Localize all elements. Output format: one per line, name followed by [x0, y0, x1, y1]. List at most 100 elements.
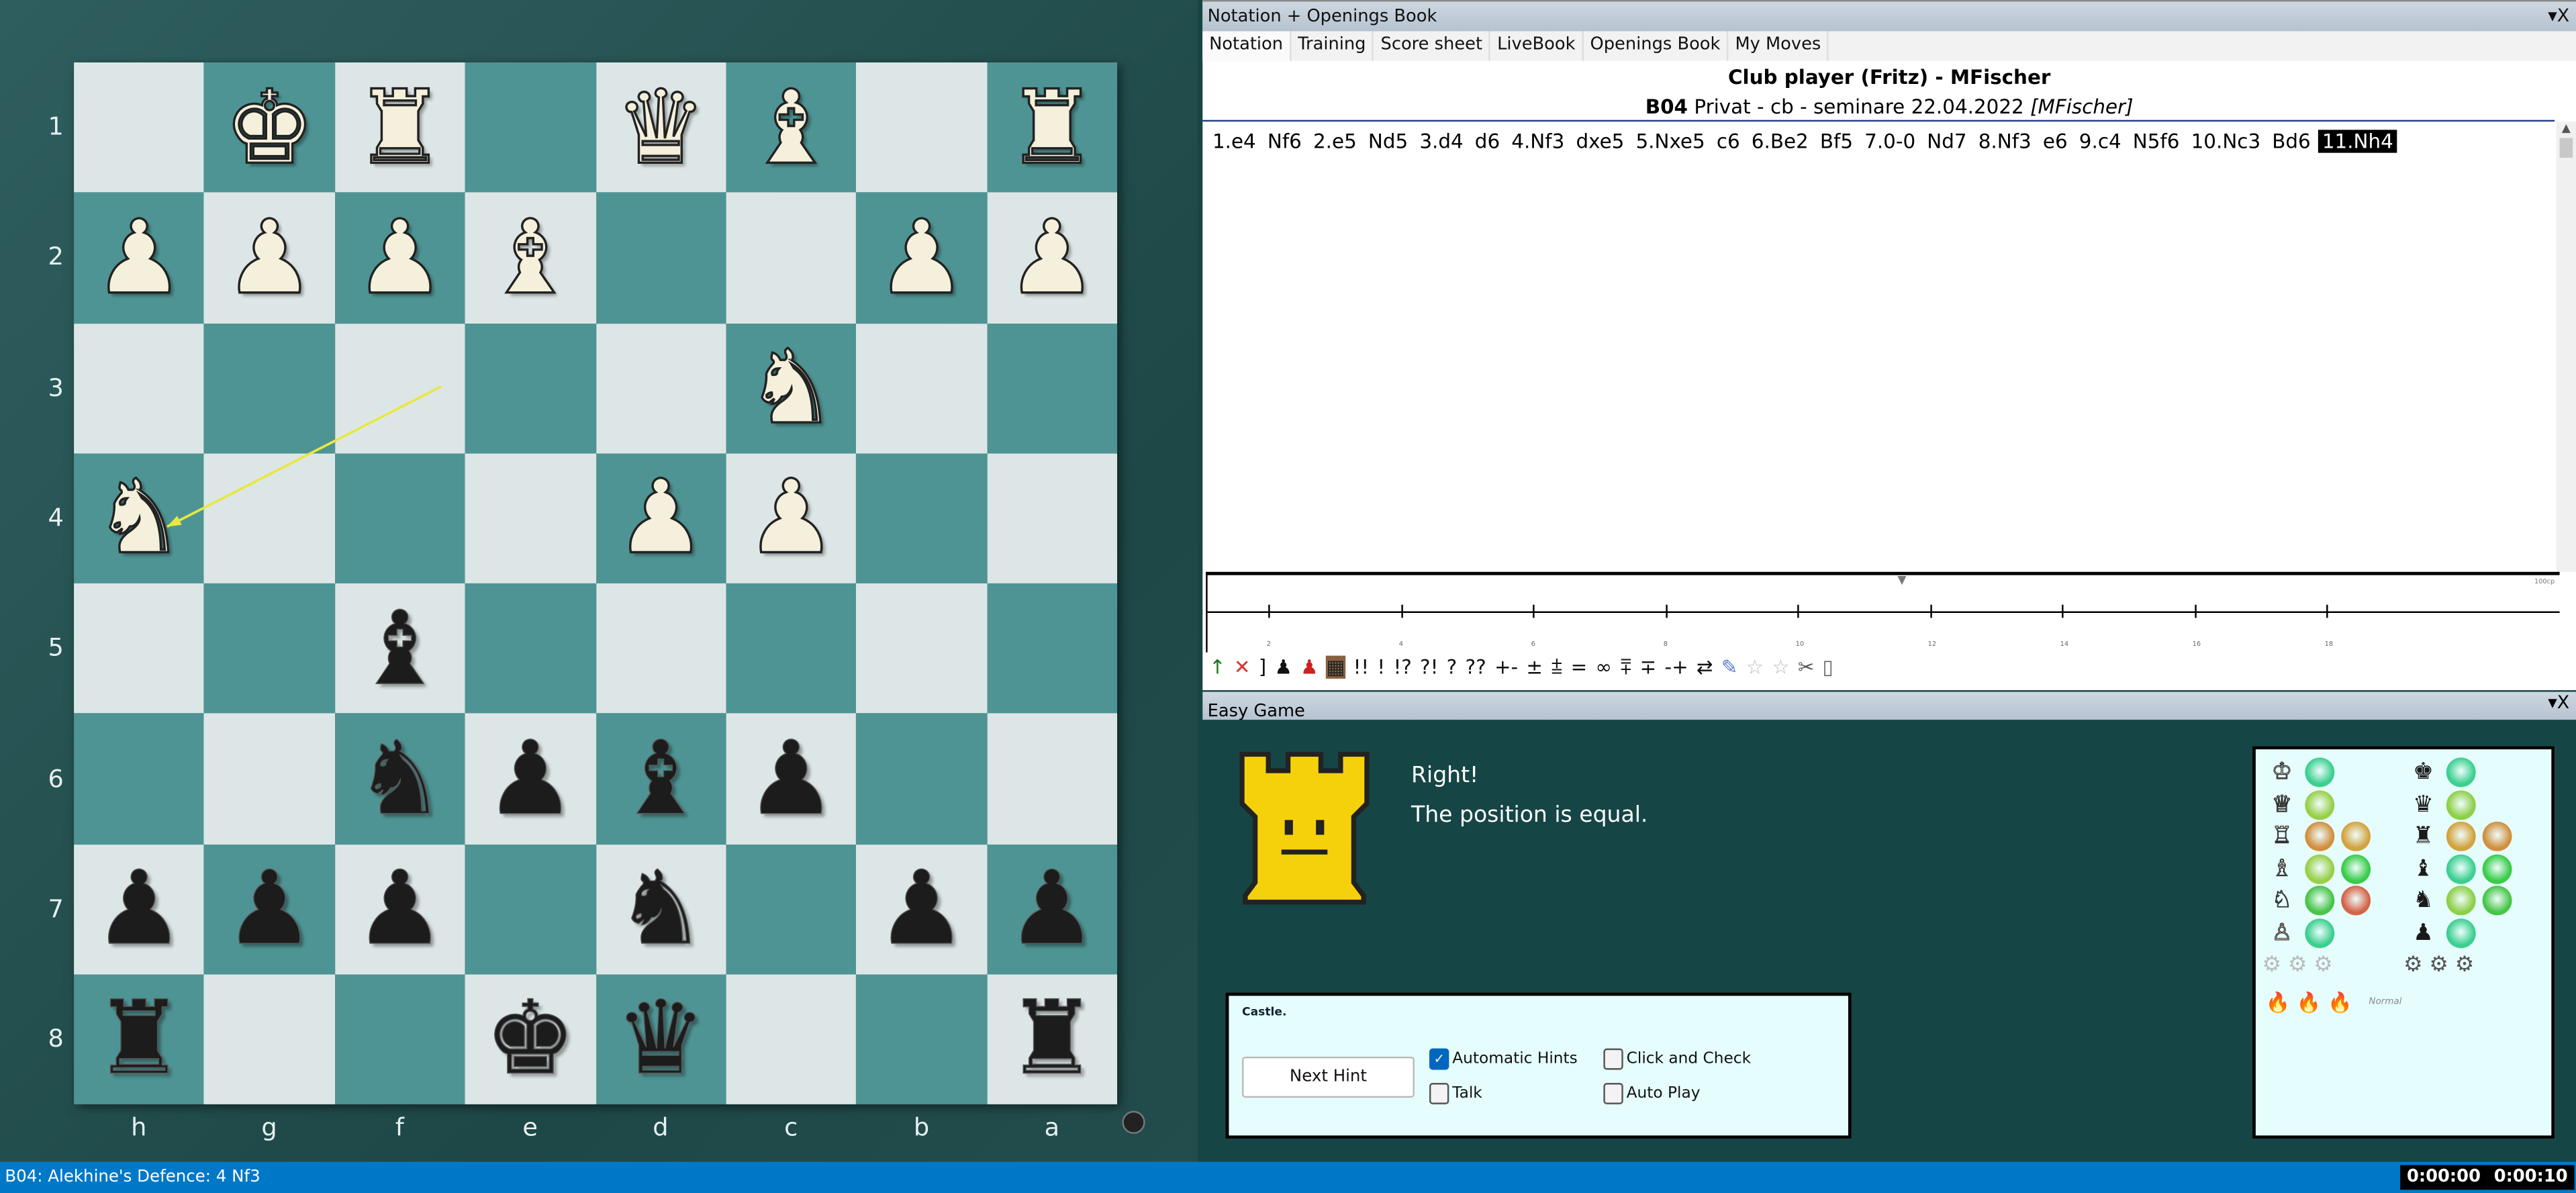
- diagram-icon[interactable]: ▦: [1326, 655, 1345, 679]
- move[interactable]: Nd7: [1923, 130, 1970, 152]
- star-icon[interactable]: ☆: [1746, 656, 1764, 679]
- move[interactable]: 3.d4: [1416, 130, 1466, 152]
- move[interactable]: Bf5: [1817, 130, 1856, 152]
- white-pawn-icon[interactable]: ♟: [353, 205, 446, 309]
- annotation-symbol-button[interactable]: =: [1571, 656, 1588, 679]
- square-c3[interactable]: ♞: [726, 322, 857, 453]
- checkbox-talk[interactable]: Talk: [1429, 1083, 1482, 1104]
- square-d6[interactable]: ♝: [595, 713, 726, 844]
- square-a3[interactable]: [986, 322, 1118, 453]
- square-a1[interactable]: ♜: [986, 62, 1118, 193]
- square-b6[interactable]: [856, 713, 987, 844]
- square-h7[interactable]: ♟: [74, 843, 205, 974]
- square-h4[interactable]: ♞: [74, 452, 205, 583]
- square-c2[interactable]: [726, 192, 857, 323]
- square-b2[interactable]: ♟: [856, 192, 987, 323]
- annotation-symbol-button[interactable]: ⇄: [1697, 656, 1713, 679]
- checkbox-automatic-hints[interactable]: ✓ Automatic Hints: [1429, 1048, 1578, 1070]
- tab-my-moves[interactable]: My Moves: [1729, 31, 1829, 61]
- checkbox-box[interactable]: ✓: [1429, 1048, 1449, 1070]
- square-g5[interactable]: [204, 583, 335, 714]
- square-e3[interactable]: [465, 322, 596, 453]
- checkbox-box[interactable]: [1603, 1048, 1623, 1070]
- square-g8[interactable]: [204, 973, 335, 1104]
- move[interactable]: 1.e4: [1209, 130, 1259, 152]
- next-hint-button[interactable]: Next Hint: [1242, 1056, 1415, 1098]
- white-queen-icon[interactable]: ♛: [614, 75, 707, 179]
- white-pawn-icon[interactable]: ♟: [1005, 205, 1098, 309]
- tab-score-sheet[interactable]: Score sheet: [1374, 31, 1491, 61]
- black-knight-icon[interactable]: ♞: [614, 857, 707, 960]
- tab-openings-book[interactable]: Openings Book: [1584, 31, 1729, 61]
- white-rook-icon[interactable]: ♜: [1005, 75, 1098, 179]
- square-a7[interactable]: ♟: [986, 843, 1118, 974]
- tab-livebook[interactable]: LiveBook: [1490, 31, 1584, 61]
- move[interactable]: 10.Nc3: [2188, 130, 2264, 152]
- annotation-symbol-button[interactable]: ?!: [1420, 656, 1438, 679]
- square-c6[interactable]: ♟: [726, 713, 857, 844]
- white-pawn-icon[interactable]: ♟: [614, 465, 707, 569]
- white-king-icon[interactable]: ♚: [223, 75, 316, 179]
- annotation-symbol-button[interactable]: ∓: [1640, 656, 1657, 679]
- square-f5[interactable]: ♝: [334, 583, 465, 714]
- square-f4[interactable]: [334, 452, 465, 583]
- square-g4[interactable]: [204, 452, 335, 583]
- square-e5[interactable]: [465, 583, 596, 714]
- square-g6[interactable]: [204, 713, 335, 844]
- tab-training[interactable]: Training: [1291, 31, 1374, 61]
- black-bishop-icon[interactable]: ♝: [354, 596, 446, 700]
- square-b1[interactable]: [856, 62, 987, 193]
- black-pawn-icon[interactable]: ♟: [354, 857, 446, 960]
- checkbox-click-and-check[interactable]: Click and Check: [1603, 1048, 1751, 1070]
- move[interactable]: d6: [1472, 130, 1503, 152]
- move[interactable]: e6: [2040, 130, 2071, 152]
- star-half-icon[interactable]: ☆: [1772, 656, 1789, 679]
- white-knight-icon[interactable]: ♞: [745, 335, 838, 439]
- square-h5[interactable]: [74, 583, 205, 714]
- move[interactable]: 9.c4: [2076, 130, 2125, 152]
- square-f7[interactable]: ♟: [334, 843, 465, 974]
- delete-icon[interactable]: ✕: [1234, 656, 1251, 679]
- annotation-symbol-button[interactable]: ∞: [1596, 656, 1612, 679]
- bracket-icon[interactable]: ]: [1259, 656, 1266, 679]
- tab-notation[interactable]: Notation: [1202, 31, 1292, 61]
- square-c7[interactable]: [726, 843, 857, 974]
- move[interactable]: c6: [1713, 130, 1744, 152]
- move[interactable]: 6.Be2: [1748, 130, 1812, 152]
- checkbox-box[interactable]: [1429, 1083, 1449, 1104]
- square-e7[interactable]: [465, 843, 596, 974]
- square-g3[interactable]: [204, 322, 335, 453]
- square-g2[interactable]: ♟: [204, 192, 335, 323]
- square-h8[interactable]: ♜: [74, 973, 205, 1104]
- square-e1[interactable]: [465, 62, 596, 193]
- black-pawn-icon[interactable]: ♟: [1006, 857, 1098, 960]
- black-piece-icon[interactable]: ♟: [1274, 656, 1292, 679]
- annotation-symbol-button[interactable]: +-: [1494, 656, 1518, 679]
- white-pawn-icon[interactable]: ♟: [875, 205, 968, 309]
- square-h1[interactable]: [74, 62, 205, 193]
- square-d2[interactable]: [595, 192, 726, 323]
- square-b7[interactable]: ♟: [856, 843, 987, 974]
- annotation-symbol-button[interactable]: -+: [1664, 656, 1688, 679]
- square-g7[interactable]: ♟: [204, 843, 335, 974]
- annotation-symbol-button[interactable]: ⩱: [1620, 655, 1631, 679]
- move[interactable]: 11.Nh4: [2318, 130, 2397, 153]
- white-bishop-icon[interactable]: ♝: [483, 205, 577, 309]
- panel-menu-close-icon[interactable]: ▾X: [2548, 691, 2569, 713]
- tools-icon[interactable]: ✂: [1798, 656, 1815, 679]
- red-piece-icon[interactable]: ♟: [1300, 656, 1318, 679]
- square-b3[interactable]: [856, 322, 987, 453]
- square-f8[interactable]: [334, 973, 465, 1104]
- square-h2[interactable]: ♟: [74, 192, 205, 323]
- square-b8[interactable]: [856, 973, 987, 1104]
- square-e8[interactable]: ♚: [465, 973, 596, 1104]
- annotation-symbol-button[interactable]: !?: [1393, 656, 1411, 679]
- square-a2[interactable]: ♟: [986, 192, 1118, 323]
- square-f3[interactable]: [334, 322, 465, 453]
- checkbox-box[interactable]: [1603, 1083, 1623, 1104]
- black-pawn-icon[interactable]: ♟: [875, 857, 968, 960]
- white-bishop-icon[interactable]: ♝: [745, 75, 838, 179]
- annotation-symbol-button[interactable]: !!: [1353, 656, 1370, 679]
- black-pawn-icon[interactable]: ♟: [745, 726, 838, 830]
- board-options-knob[interactable]: [1122, 1110, 1145, 1134]
